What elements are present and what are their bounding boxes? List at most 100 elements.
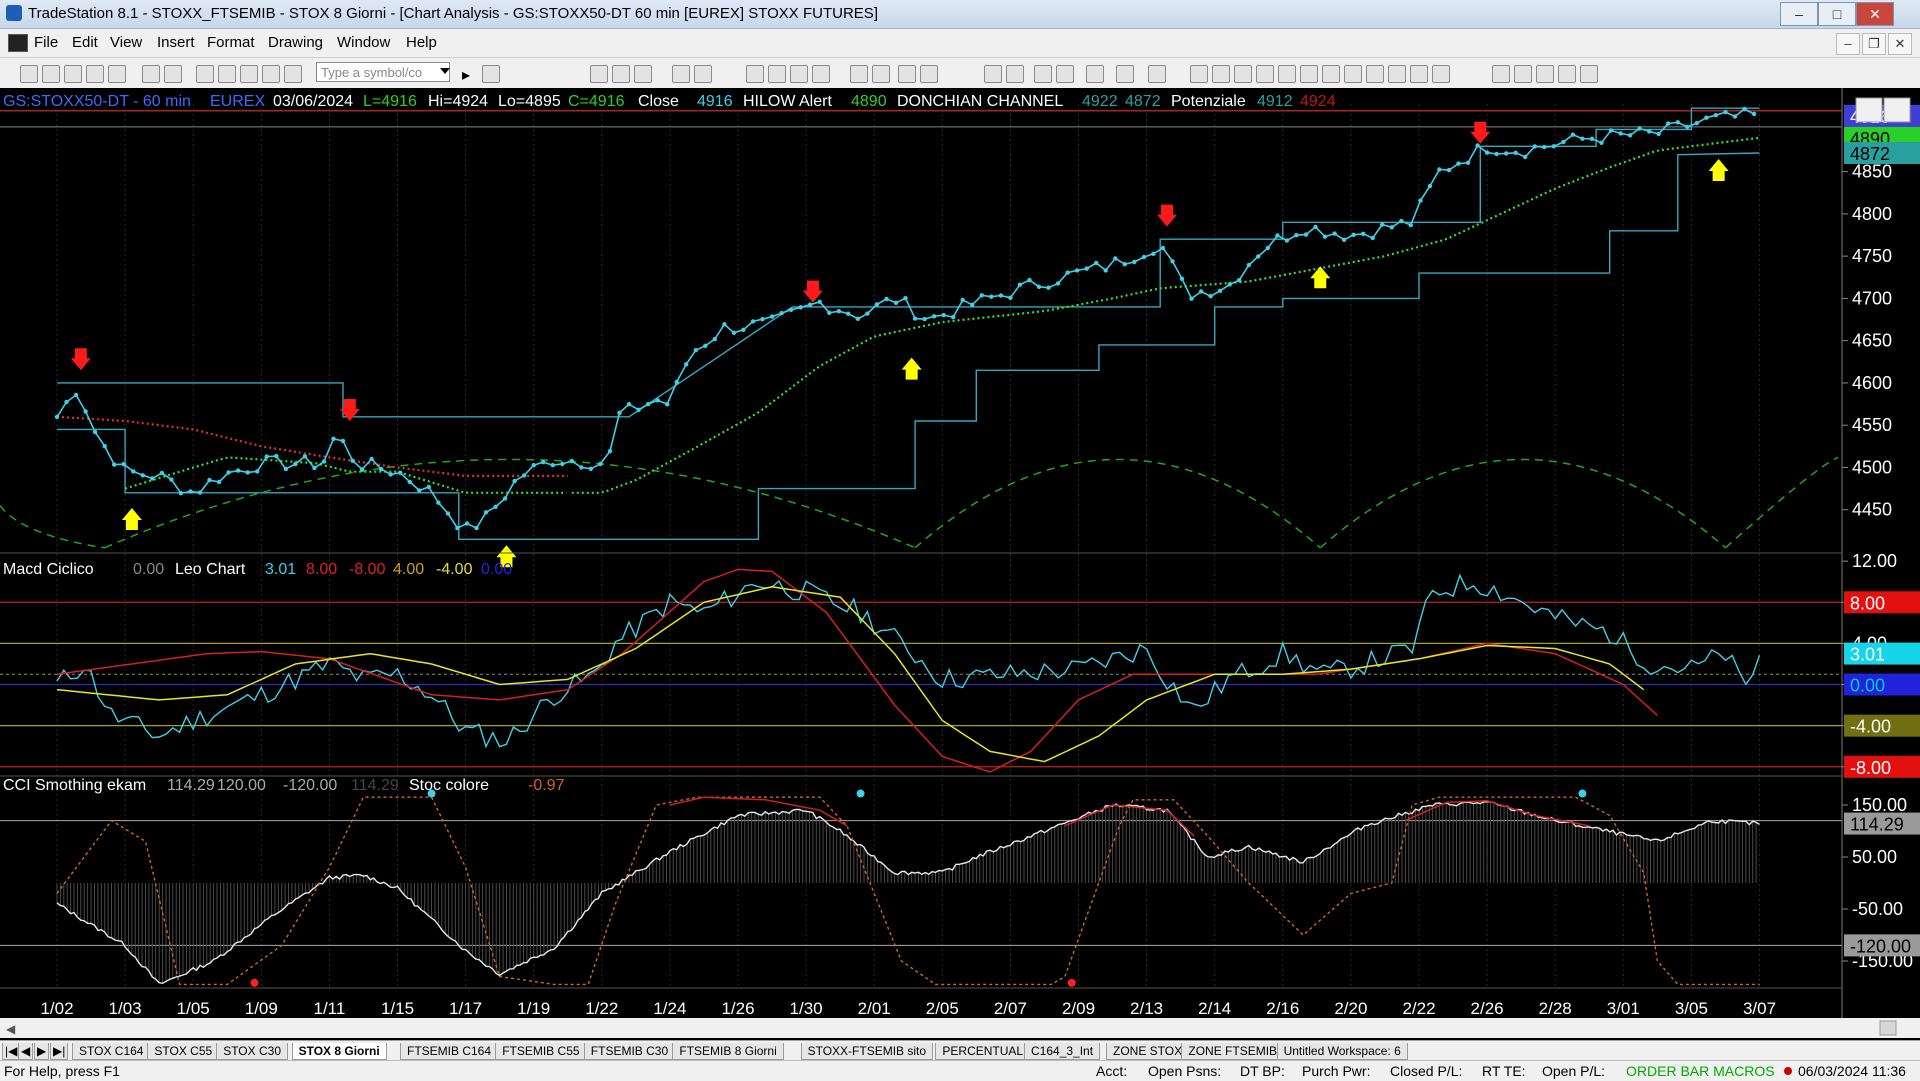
globe-icon[interactable] (284, 65, 302, 83)
andrews-pitchfork-icon[interactable] (1322, 65, 1340, 83)
search-symbol-icon[interactable] (482, 65, 500, 83)
symbol-input[interactable]: Type a symbol/co (316, 62, 450, 82)
tab-scroll-arrow-icon[interactable]: ◀ (18, 1043, 34, 1060)
down-arrow-tool-icon[interactable] (1492, 65, 1510, 83)
speed-lines-icon[interactable] (1278, 65, 1296, 83)
horizontal-line-icon[interactable] (1212, 65, 1230, 83)
chart-area[interactable]: 1/02 1/03 1/05 1/09 1/11 1/15 1/17 1/19 1/22 1/24… (0, 88, 1920, 1040)
mdi-close-button[interactable]: ✕ (1888, 33, 1912, 55)
lock-icon[interactable] (240, 65, 258, 83)
magnifier-zoom-in-icon[interactable] (984, 65, 1002, 83)
workspace-tab[interactable]: FTSEMIB C55 (495, 1043, 587, 1060)
ellipse-tool-icon[interactable] (1536, 65, 1554, 83)
magnifier-zoom-out-icon[interactable] (1006, 65, 1024, 83)
zoom-out-icon[interactable] (872, 65, 890, 83)
menu-edit[interactable]: Edit (72, 34, 98, 51)
close-button[interactable]: ✕ (1856, 2, 1894, 26)
workspace-tab[interactable]: ZONE STOX (1106, 1043, 1190, 1060)
price-bar-marker (1551, 144, 1557, 149)
pencil-icon[interactable] (1432, 65, 1450, 83)
menu-window[interactable]: Window (337, 34, 390, 51)
up-arrow-tool-icon[interactable] (1514, 65, 1532, 83)
fibonacci-icon[interactable] (1234, 65, 1252, 83)
bar-interval-icon[interactable] (790, 65, 808, 83)
vertical-line-icon[interactable] (1344, 65, 1362, 83)
status-order-bar[interactable]: ORDER BAR MACROS (1626, 1063, 1775, 1079)
scroll-right-icon[interactable] (920, 65, 938, 83)
portfolio-icon[interactable] (694, 65, 712, 83)
workspace-tab[interactable]: FTSEMIB 8 Giorni (672, 1043, 784, 1060)
arc-icon[interactable] (1410, 65, 1428, 83)
open-icon[interactable] (42, 65, 60, 83)
menu-file[interactable]: File (34, 34, 58, 51)
regression-icon[interactable] (1300, 65, 1318, 83)
crosshair-icon[interactable] (1056, 65, 1074, 83)
parallel-lines-icon[interactable] (1366, 65, 1384, 83)
price-bar-marker (874, 302, 880, 307)
open-workspace-icon[interactable] (64, 65, 82, 83)
workspace-tab[interactable]: Untitled Workspace: 6 (1276, 1043, 1408, 1060)
symbol-dropdown-icon[interactable] (440, 68, 450, 74)
pointer-icon[interactable] (1034, 65, 1052, 83)
matrix-icon[interactable] (634, 65, 652, 83)
price-bar-marker (998, 293, 1004, 298)
rectangle-tool-icon[interactable] (1558, 65, 1576, 83)
text-tool-icon[interactable] (1580, 65, 1598, 83)
data-window-icon[interactable] (1148, 65, 1166, 83)
tab-scroll-arrow-icon[interactable]: ▶ (34, 1043, 50, 1060)
radar-screen-icon[interactable] (612, 65, 630, 83)
news-icon[interactable] (746, 65, 764, 83)
zoom-in-icon[interactable] (850, 65, 868, 83)
workspace-tab[interactable]: ZONE FTSEMIB (1181, 1043, 1285, 1060)
workspace-tab[interactable]: STOX C164 (72, 1043, 151, 1060)
format-window-icon[interactable] (196, 65, 214, 83)
alerts-icon[interactable] (768, 65, 786, 83)
save-icon[interactable] (108, 65, 126, 83)
print-icon[interactable] (142, 65, 160, 83)
workspace-tab[interactable]: STOX C30 (216, 1043, 288, 1060)
strategy-icon[interactable] (262, 65, 280, 83)
quote-icon[interactable] (812, 65, 830, 83)
mdi-restore-button[interactable]: ❐ (1862, 33, 1886, 55)
workspace-tab[interactable]: C164_3_Int (1024, 1043, 1101, 1060)
tools-icon[interactable] (1086, 65, 1104, 83)
chart-window-icon[interactable] (8, 34, 28, 52)
price-bar-marker (140, 473, 145, 478)
workspace-tab[interactable]: FTSEMIB C164 (400, 1043, 499, 1060)
workspace-tab[interactable]: FTSEMIB C30 (583, 1043, 676, 1060)
chart-analysis-icon[interactable] (590, 65, 608, 83)
menu-view[interactable]: View (110, 34, 142, 51)
price-bar-marker (264, 454, 269, 459)
trendline-icon[interactable] (1190, 65, 1208, 83)
menu-format[interactable]: Format (207, 34, 255, 51)
price-bar-marker (207, 477, 212, 483)
mdi-minimize-button[interactable]: – (1836, 33, 1860, 55)
new-workspace-icon[interactable] (86, 65, 104, 83)
play-icon[interactable]: ▸ (462, 65, 470, 84)
menu-insert[interactable]: Insert (157, 34, 195, 51)
new-icon[interactable] (20, 65, 38, 83)
gann-fan-icon[interactable] (1256, 65, 1274, 83)
format-symbol-icon[interactable] (218, 65, 236, 83)
menu-drawing[interactable]: Drawing (268, 34, 323, 51)
price-bar-marker (274, 453, 279, 459)
time-cycles-icon[interactable] (1388, 65, 1406, 83)
cci-value-3: 114.29 (351, 777, 399, 794)
minimize-button[interactable]: – (1780, 2, 1818, 26)
tab-scroll-arrow-icon[interactable]: ▶| (50, 1043, 69, 1060)
workspace-tab[interactable]: STOXX-FTSEMIB sito (800, 1043, 934, 1060)
scroll-left-icon[interactable] (898, 65, 916, 83)
price-bar-marker (607, 449, 613, 454)
workspace-tab[interactable]: STOX 8 Giorni (291, 1043, 387, 1060)
maximize-button[interactable]: □ (1818, 2, 1856, 26)
x-tick-label: 2/20 (1334, 999, 1367, 1018)
status-datetime: 06/03/2024 11:36 (1798, 1063, 1906, 1079)
print-preview-icon[interactable] (164, 65, 182, 83)
menu-help[interactable]: Help (406, 34, 437, 51)
price-bar-marker (1656, 131, 1661, 137)
scanner-icon[interactable] (672, 65, 690, 83)
price-bar-marker (1036, 284, 1042, 289)
insert-analysis-icon[interactable] (1116, 65, 1134, 83)
workspace-tab[interactable]: STOX C55 (147, 1043, 220, 1060)
workspace-tab[interactable]: PERCENTUALE (935, 1043, 1039, 1060)
